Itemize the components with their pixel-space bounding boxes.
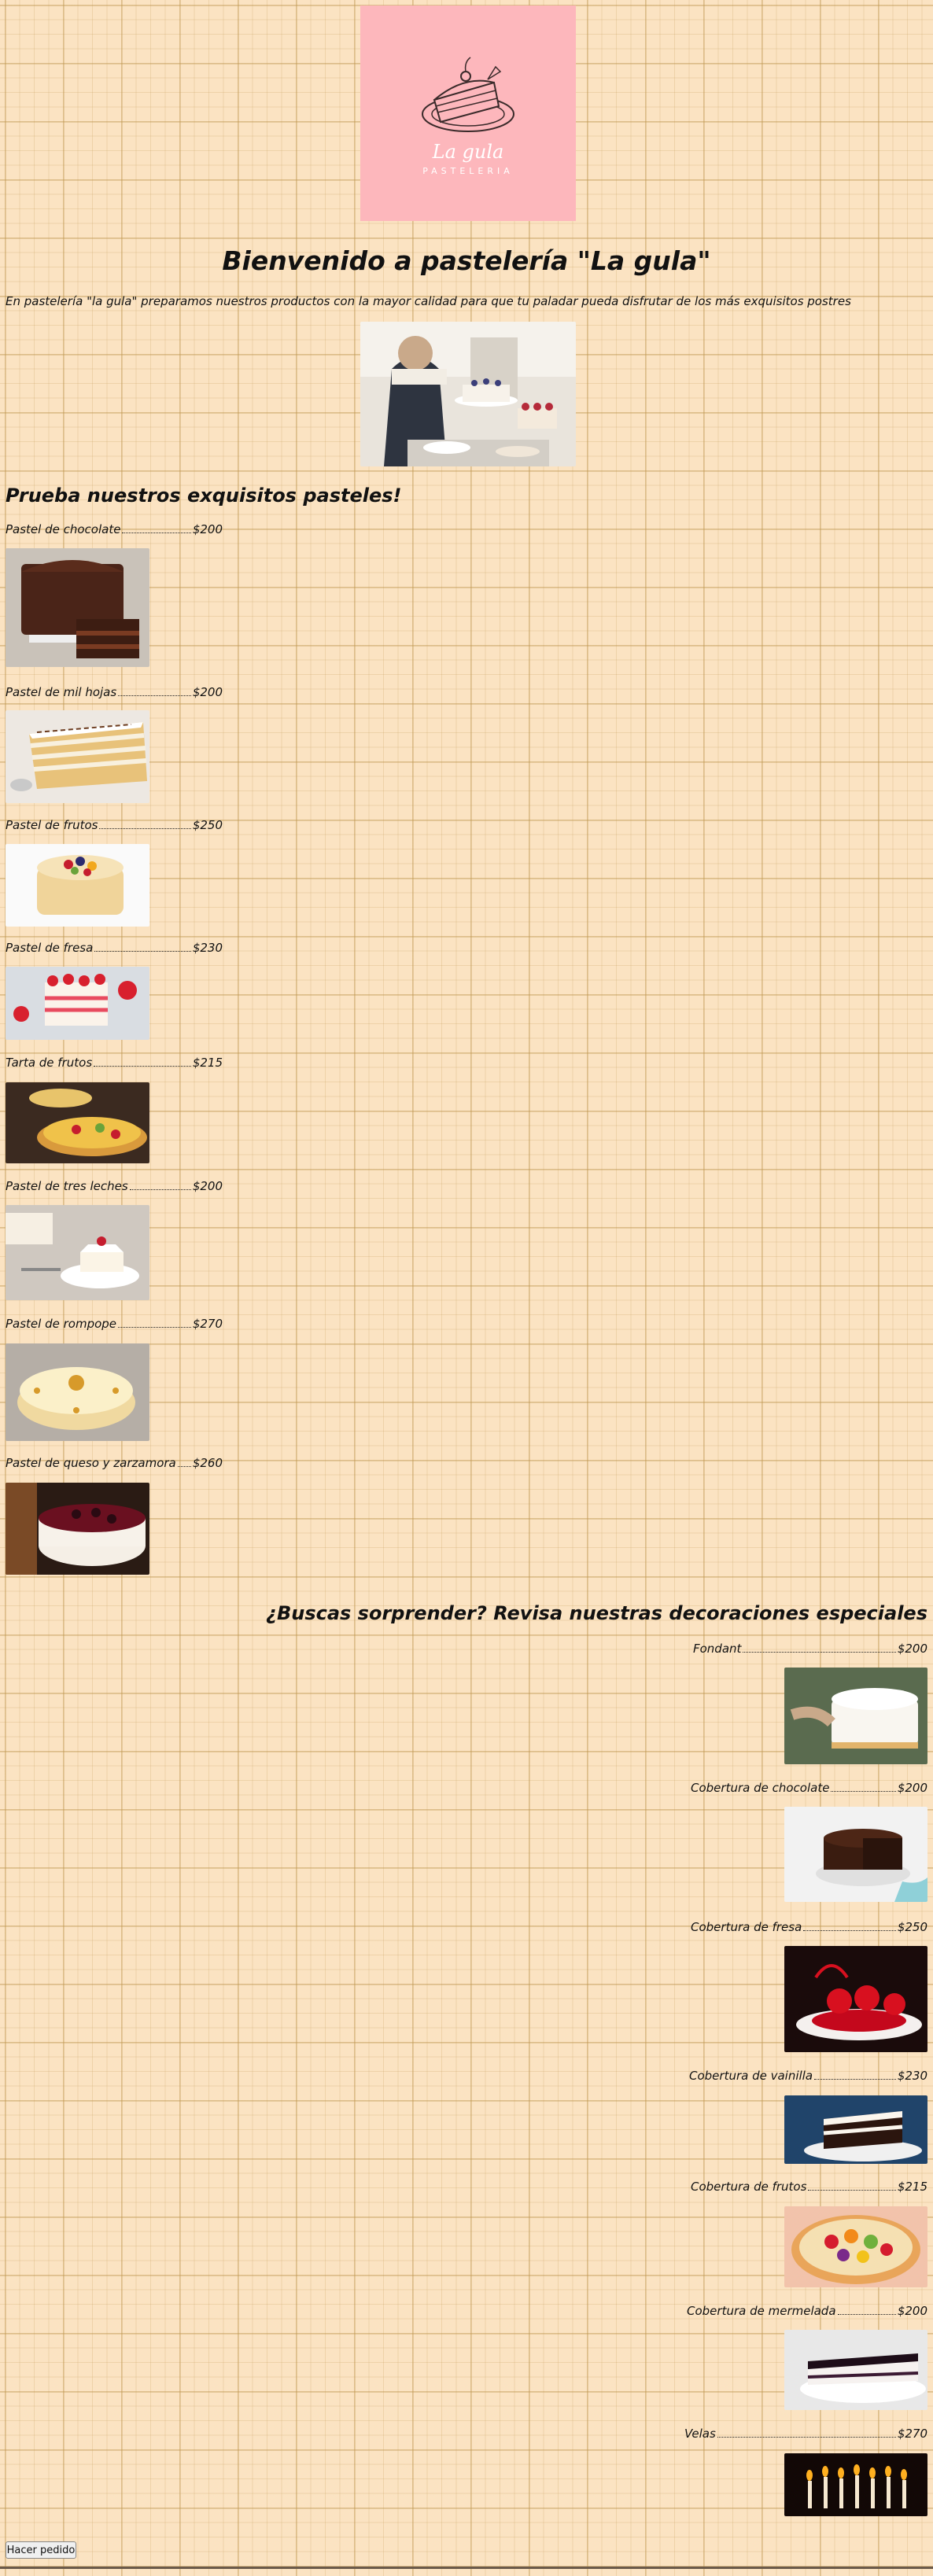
menu-item-tres-leches: Pastel de tres leches $200: [6, 1179, 223, 1193]
item-price: $270: [897, 2427, 927, 2441]
cake-image-mil-hojas: [6, 710, 149, 803]
dot-leader: [814, 2079, 896, 2080]
item-price: $260: [192, 1456, 223, 1470]
dot-leader: [808, 2190, 896, 2191]
dot-leader: [94, 1066, 191, 1067]
item-name: Velas: [684, 2427, 716, 2441]
dot-leader: [118, 1327, 191, 1328]
item-name: Tarta de frutos: [6, 1056, 93, 1070]
dot-leader: [803, 1930, 896, 1931]
hero-image: [360, 322, 576, 466]
cake-image-frutos: [6, 844, 149, 927]
item-name: Pastel de rompope: [6, 1317, 117, 1331]
item-name: Pastel de frutos: [6, 818, 98, 832]
item-price: $250: [192, 818, 223, 832]
decor-item-chocolate: Cobertura de chocolate $200: [691, 1781, 927, 1795]
item-price: $215: [897, 2180, 927, 2194]
intro-text: En pastelería "la gula" preparamos nuest…: [6, 294, 851, 308]
dot-leader: [837, 2314, 896, 2315]
menu-item-frutos: Pastel de frutos $250: [6, 818, 223, 832]
decor-image-velas: [784, 2453, 927, 2516]
menu-item-mil-hojas: Pastel de mil hojas $200: [6, 685, 223, 699]
cake-image-queso-zarzamora: [6, 1483, 149, 1575]
dot-leader: [118, 695, 191, 696]
cake-slice-icon: [422, 56, 514, 132]
item-name: Pastel de queso y zarzamora: [6, 1456, 176, 1470]
decor-image-mermelada: [784, 2330, 927, 2410]
dot-leader: [177, 1466, 191, 1467]
item-name: Cobertura de chocolate: [691, 1781, 830, 1795]
decor-image-fresa: [784, 1946, 927, 2052]
item-price: $200: [192, 1179, 223, 1193]
decor-item-fondant: Fondant $200: [693, 1642, 927, 1656]
menu-item-tarta-frutos: Tarta de frutos $215: [6, 1056, 223, 1070]
logo-subtitle: PASTELERIA: [422, 165, 514, 176]
decor-item-mermelada: Cobertura de mermelada $200: [687, 2304, 927, 2318]
item-price: $200: [897, 1781, 927, 1795]
cake-image-tarta-frutos: [6, 1082, 149, 1163]
menu-item-rompope: Pastel de rompope $270: [6, 1317, 223, 1331]
item-price: $200: [897, 2304, 927, 2318]
item-name: Fondant: [693, 1642, 742, 1656]
decor-item-fresa: Cobertura de fresa $250: [691, 1920, 927, 1934]
item-name: Pastel de chocolate: [6, 522, 121, 536]
dot-leader: [129, 1189, 191, 1190]
bakery-logo: La gula PASTELERIA: [360, 6, 576, 221]
order-button[interactable]: Hacer pedido: [6, 2541, 76, 2559]
item-price: $230: [897, 2069, 927, 2083]
decor-image-fondant: [784, 1668, 927, 1764]
item-name: Pastel de mil hojas: [6, 685, 117, 699]
cake-image-fresa: [6, 967, 149, 1040]
item-price: $200: [192, 685, 223, 699]
decorations-heading: ¿Buscas sorprender? Revisa nuestras deco…: [266, 1602, 927, 1624]
item-price: $200: [897, 1642, 927, 1656]
item-name: Cobertura de frutos: [691, 2180, 807, 2194]
item-name: Cobertura de vainilla: [689, 2069, 813, 2083]
page-title: Bienvenido a pastelería "La gula": [222, 245, 711, 276]
cakes-heading: Prueba nuestros exquisitos pasteles!: [6, 485, 402, 507]
item-name: Cobertura de mermelada: [687, 2304, 836, 2318]
item-price: $270: [192, 1317, 223, 1331]
decor-item-vainilla: Cobertura de vainilla $230: [689, 2069, 927, 2083]
bottom-divider: [0, 2567, 933, 2569]
cake-image-rompope: [6, 1343, 149, 1441]
item-price: $230: [192, 941, 223, 955]
menu-item-fresa: Pastel de fresa $230: [6, 941, 223, 955]
item-name: Pastel de fresa: [6, 941, 94, 955]
cake-image-chocolate: [6, 548, 149, 667]
dot-leader: [743, 1652, 896, 1653]
decor-image-chocolate: [784, 1807, 927, 1902]
item-price: $215: [192, 1056, 223, 1070]
logo-name: La gula: [432, 140, 504, 163]
dot-leader: [831, 1791, 896, 1792]
menu-item-queso-zarzamora: Pastel de queso y zarzamora $260: [6, 1456, 223, 1470]
dot-leader: [99, 828, 191, 829]
decor-image-vainilla: [784, 2095, 927, 2164]
decor-image-frutos: [784, 2206, 927, 2287]
item-name: Pastel de tres leches: [6, 1179, 128, 1193]
cake-image-tres-leches: [6, 1205, 149, 1300]
item-name: Cobertura de fresa: [691, 1920, 802, 1934]
decor-item-velas: Velas $270: [684, 2427, 927, 2441]
menu-item-chocolate: Pastel de chocolate $200: [6, 522, 223, 536]
item-price: $200: [192, 522, 223, 536]
dot-leader: [717, 2437, 896, 2438]
dot-leader: [94, 951, 191, 952]
decor-item-frutos: Cobertura de frutos $215: [691, 2180, 927, 2194]
item-price: $250: [897, 1920, 927, 1934]
